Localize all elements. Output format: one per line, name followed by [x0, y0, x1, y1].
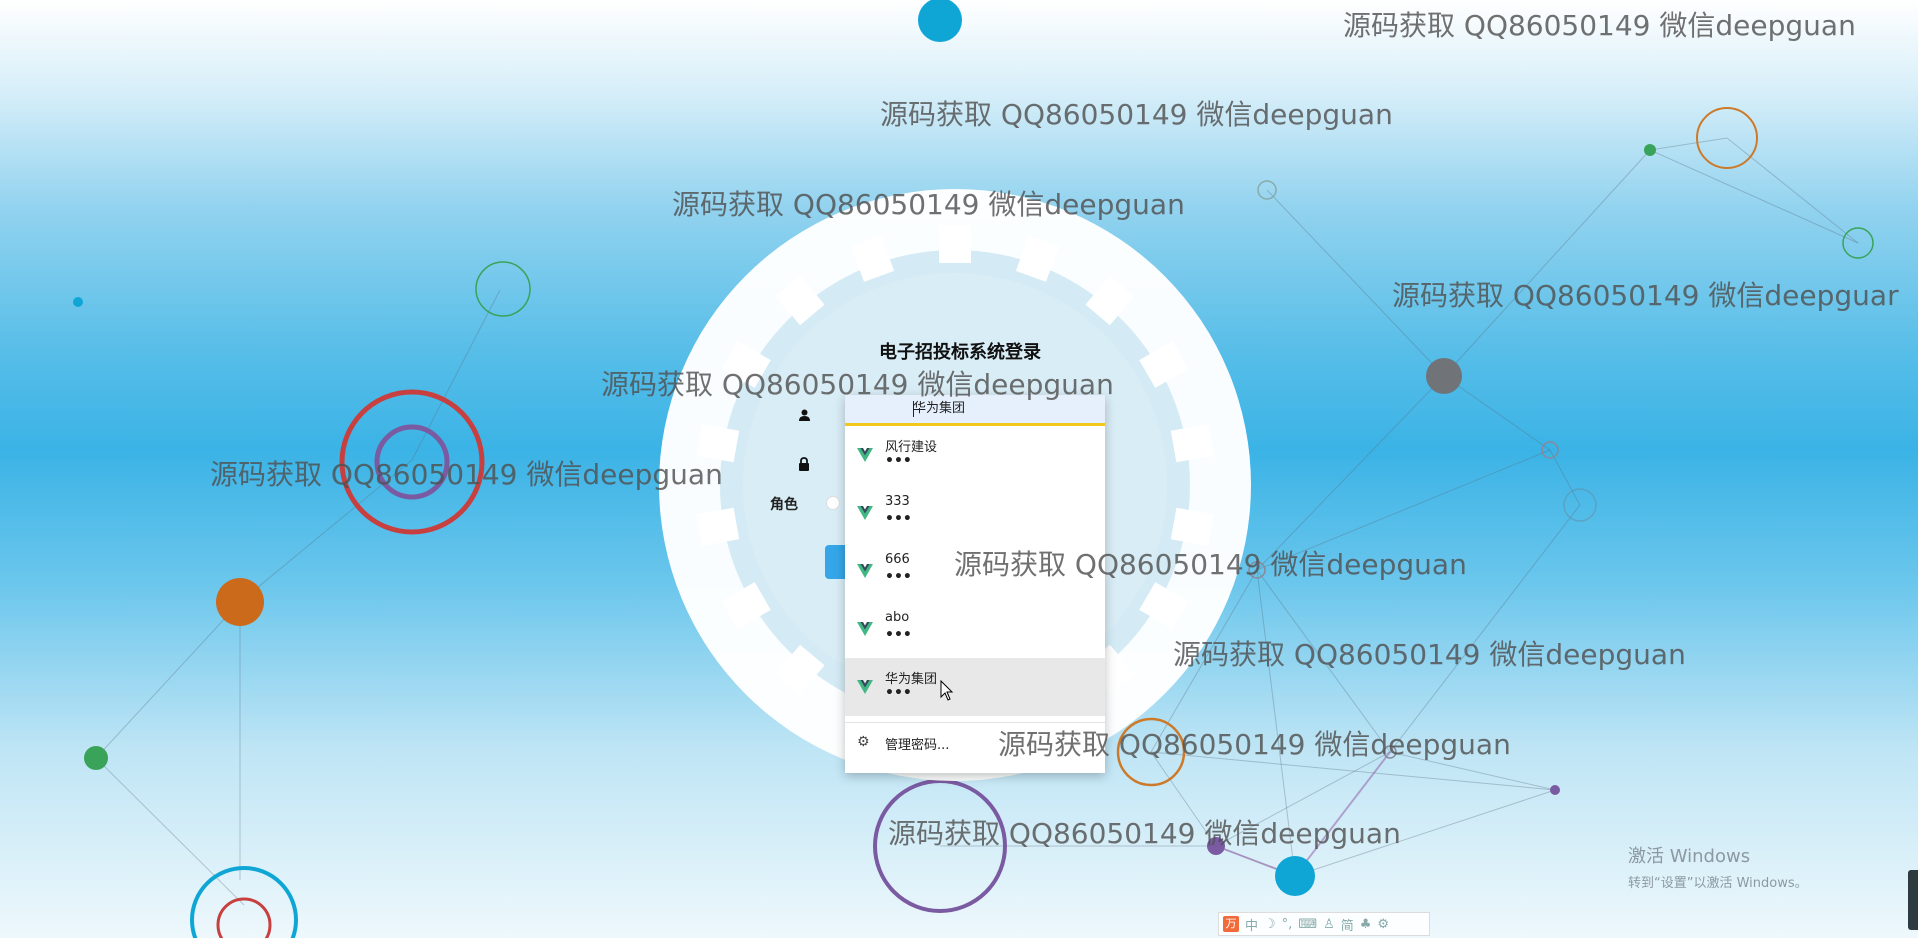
activation-subtitle: 转到“设置”以激活 Windows。: [1628, 876, 1808, 891]
gear-icon: ⚙: [857, 734, 870, 750]
login-title: 电子招投标系统登录: [879, 342, 1041, 363]
manage-passwords-item[interactable]: ⚙ 管理密码...: [845, 723, 1105, 761]
autofill-item-hovered[interactable]: 华为集团 •••: [845, 658, 1105, 716]
user-icon: [799, 409, 810, 425]
role-label: 角色: [770, 497, 798, 513]
moon-icon[interactable]: ☽: [1264, 917, 1276, 932]
role-radio[interactable]: [826, 496, 840, 510]
windows-activation-notice: 激活 Windows 转到“设置”以激活 Windows。: [1628, 842, 1808, 891]
vue-logo-icon: [857, 622, 873, 636]
activation-title: 激活 Windows: [1628, 846, 1751, 867]
vue-logo-icon: [857, 564, 873, 578]
autofill-password-mask: •••: [885, 569, 912, 585]
ime-traditional-label[interactable]: 简: [1341, 915, 1354, 934]
lock-icon: [798, 457, 810, 475]
side-panel-tab[interactable]: [1908, 870, 1918, 930]
ime-mode-label[interactable]: 中: [1245, 915, 1258, 934]
autofill-item[interactable]: 风行建设 •••: [845, 426, 1105, 484]
settings-icon[interactable]: ⚙: [1377, 917, 1389, 932]
autofill-username: abo: [885, 610, 910, 625]
username-input[interactable]: 华为集团: [845, 395, 1105, 426]
password-autofill-dropdown: 华为集团 风行建设 ••• 333 ••• 666 ••• abo ••• 华为…: [845, 395, 1105, 773]
text-caret: [913, 401, 914, 417]
autofill-password-mask: •••: [885, 685, 912, 701]
ime-toolbar[interactable]: 万 中 ☽ °, ⌨ ♙ 简 ♣ ⚙: [1218, 912, 1430, 936]
keyboard-icon[interactable]: ⌨: [1298, 917, 1317, 932]
ime-logo-icon[interactable]: 万: [1223, 916, 1239, 932]
autofill-item[interactable]: abo •••: [845, 600, 1105, 658]
autofill-username: 333: [885, 494, 910, 509]
vue-logo-icon: [857, 680, 873, 694]
skin-icon[interactable]: ♣: [1360, 917, 1372, 932]
autofill-item[interactable]: 666 •••: [845, 542, 1105, 600]
username-value: 华为集团: [913, 401, 966, 416]
vue-logo-icon: [857, 506, 873, 520]
autofill-password-mask: •••: [885, 511, 912, 527]
autofill-username: 666: [885, 552, 910, 567]
autofill-password-mask: •••: [885, 627, 912, 643]
mouse-cursor-icon: [940, 680, 954, 701]
vue-logo-icon: [857, 448, 873, 462]
punctuation-icon[interactable]: °,: [1282, 917, 1293, 932]
user-icon[interactable]: ♙: [1323, 917, 1335, 932]
autofill-password-mask: •••: [885, 453, 912, 469]
autofill-item[interactable]: 333 •••: [845, 484, 1105, 542]
manage-passwords-label: 管理密码...: [885, 738, 950, 753]
